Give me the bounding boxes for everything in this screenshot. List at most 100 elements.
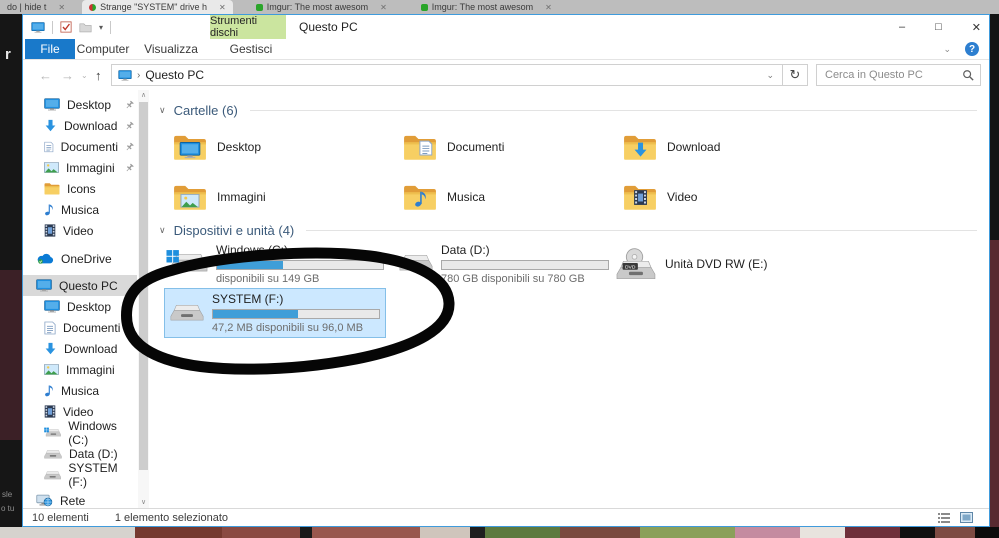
- folder-tile-documenti[interactable]: Documenti: [399, 125, 608, 169]
- search-box[interactable]: [816, 64, 981, 86]
- address-box[interactable]: › Questo PC ⌄ ↻: [111, 64, 808, 86]
- tab-close-icon[interactable]: ✕: [380, 3, 387, 12]
- selected-count: 1 elemento selezionato: [115, 512, 228, 524]
- folder-tile-download[interactable]: Download: [619, 125, 828, 169]
- browser-tab-4[interactable]: Imgur: The most awesom ✕: [414, 0, 559, 14]
- breadcrumb-location[interactable]: Questo PC: [145, 68, 204, 82]
- music-note-icon: [44, 384, 54, 397]
- tab-file[interactable]: File: [25, 39, 75, 59]
- pc-icon[interactable]: [31, 22, 45, 33]
- folder-label: Desktop: [217, 140, 261, 154]
- help-icon[interactable]: ?: [965, 42, 979, 56]
- browser-tab-2[interactable]: Strange "SYSTEM" drive h ✕: [82, 0, 233, 14]
- sidebar-item-windows-c[interactable]: Windows (C:): [23, 422, 137, 443]
- back-button[interactable]: ←: [39, 60, 52, 90]
- section-header-cartelle[interactable]: ∨ Cartelle (6): [159, 102, 977, 118]
- tab-close-icon[interactable]: ✕: [545, 3, 552, 12]
- divider: [52, 21, 53, 34]
- folder-tile-desktop[interactable]: Desktop: [169, 125, 378, 169]
- sidebar-item-onedrive[interactable]: OneDrive: [23, 248, 137, 269]
- sidebar-item-icons[interactable]: Icons: [23, 178, 137, 199]
- scroll-up-icon[interactable]: ∧: [138, 91, 149, 101]
- sidebar-item-label: Desktop: [67, 300, 111, 314]
- scrollbar-thumb[interactable]: [139, 102, 148, 470]
- desktop-left-strip: r sle o tu: [0, 14, 22, 527]
- drive-tile-data-d[interactable]: Data (D:) 780 GB disponibili su 780 GB: [394, 240, 614, 288]
- screen: do | hide t ✕ Strange "SYSTEM" drive h ✕…: [0, 0, 999, 538]
- sidebar-item-musica-pc[interactable]: Musica: [23, 380, 137, 401]
- search-icon[interactable]: [962, 69, 974, 81]
- address-dropdown-icon[interactable]: ⌄: [758, 70, 782, 81]
- dvd-badge: DVD: [625, 264, 636, 270]
- folder-tile-video[interactable]: Video: [619, 175, 828, 219]
- recent-locations-icon[interactable]: ⌄: [81, 60, 88, 90]
- search-input[interactable]: [823, 68, 962, 82]
- details-view-icon[interactable]: [938, 513, 950, 523]
- pin-icon: [125, 163, 134, 173]
- drive-icon: [399, 250, 433, 274]
- sidebar-item-desktop-quick[interactable]: Desktop: [23, 94, 137, 115]
- scroll-down-icon[interactable]: ∨: [138, 498, 149, 508]
- navigation-items: Desktop Download Documenti: [23, 94, 137, 511]
- new-folder-icon[interactable]: [79, 22, 92, 33]
- minimize-button[interactable]: –: [899, 21, 905, 33]
- browser-tab-4-label: Imgur: The most awesom: [432, 2, 533, 12]
- tab-close-icon[interactable]: ✕: [219, 3, 226, 12]
- folder-tile-immagini[interactable]: Immagini: [169, 175, 378, 219]
- folder-label: Musica: [447, 190, 485, 204]
- sidebar-item-immagini-quick[interactable]: Immagini: [23, 157, 137, 178]
- maximize-button[interactable]: □: [935, 21, 942, 33]
- close-button[interactable]: ✕: [972, 21, 981, 34]
- sidebar-item-label: Video: [63, 405, 93, 419]
- tab-visualizza[interactable]: Visualizza: [139, 39, 203, 59]
- properties-checkbox-icon[interactable]: [60, 21, 72, 33]
- up-button[interactable]: ↑: [95, 60, 102, 90]
- desktop-right-strip: [990, 14, 999, 527]
- refresh-icon[interactable]: ↻: [783, 67, 807, 83]
- windows-drive-icon: [166, 249, 208, 275]
- sidebar-item-documenti-quick[interactable]: Documenti: [23, 136, 137, 157]
- section-header-dispositivi[interactable]: ∨ Dispositivi e unità (4): [159, 222, 977, 238]
- sidebar-item-download-quick[interactable]: Download: [23, 115, 137, 136]
- explorer-window: ▾ Strumenti dischi Questo PC – □ ✕ File …: [22, 14, 990, 527]
- film-icon: [44, 405, 56, 418]
- window-title: Questo PC: [299, 15, 358, 39]
- thumbnail-view-icon[interactable]: [960, 512, 973, 523]
- sidebar-item-download[interactable]: Download: [23, 338, 137, 359]
- download-icon: [44, 119, 57, 132]
- folder-label: Documenti: [447, 140, 504, 154]
- sidebar-item-label: Data (D:): [69, 447, 118, 461]
- sidebar-item-immagini[interactable]: Immagini: [23, 359, 137, 380]
- browser-tab-3[interactable]: Imgur: The most awesom ✕: [249, 0, 394, 14]
- browser-tab-1[interactable]: do | hide t ✕: [0, 0, 72, 14]
- sidebar-item-label: Windows (C:): [68, 419, 137, 447]
- desktop-icon: [44, 300, 60, 313]
- drive-tile-system-f[interactable]: SYSTEM (F:) 47,2 MB disponibili su 96,0 …: [164, 288, 386, 338]
- ribbon-collapse-icon[interactable]: ⌄: [943, 44, 951, 55]
- address-bar-row: ← → ⌄ ↑ › Questo PC ⌄ ↻: [23, 60, 989, 90]
- browser-tab-strip: do | hide t ✕ Strange "SYSTEM" drive h ✕…: [0, 0, 999, 14]
- collapse-chevron-icon[interactable]: ∨: [159, 105, 166, 116]
- contextual-tab-strumenti-dischi[interactable]: Strumenti dischi: [210, 15, 286, 39]
- sidebar-item-desktop[interactable]: Desktop: [23, 296, 137, 317]
- sidebar-item-questo-pc[interactable]: Questo PC: [23, 275, 137, 296]
- tab-computer[interactable]: Computer: [71, 39, 135, 59]
- tab-close-icon[interactable]: ✕: [58, 3, 65, 12]
- collapse-chevron-icon[interactable]: ∨: [159, 225, 166, 236]
- forward-button[interactable]: →: [61, 60, 74, 90]
- onedrive-cloud-icon: [36, 253, 54, 264]
- sidebar-item-documenti[interactable]: Documenti: [23, 317, 137, 338]
- sidebar-item-video[interactable]: Video: [23, 220, 137, 241]
- drive-tile-windows-c[interactable]: Windows (C:) disponibili su 149 GB: [161, 240, 389, 288]
- desktop-wallpaper-fragment: [990, 240, 999, 527]
- folder-tile-musica[interactable]: Musica: [399, 175, 608, 219]
- drive-tile-dvd-e[interactable]: DVD Unità DVD RW (E:): [613, 242, 813, 286]
- sidebar-scrollbar[interactable]: ∧ ∨: [138, 90, 149, 509]
- desktop-letter: r: [5, 46, 11, 63]
- imgur-favicon: [421, 4, 428, 11]
- ribbon-right-controls: ⌄ ?: [943, 39, 979, 59]
- sidebar-item-system-f[interactable]: SYSTEM (F:): [23, 464, 137, 485]
- sidebar-item-musica[interactable]: Musica: [23, 199, 137, 220]
- tab-gestisci[interactable]: Gestisci: [219, 39, 283, 59]
- qat-customize-icon[interactable]: ▾: [99, 23, 103, 32]
